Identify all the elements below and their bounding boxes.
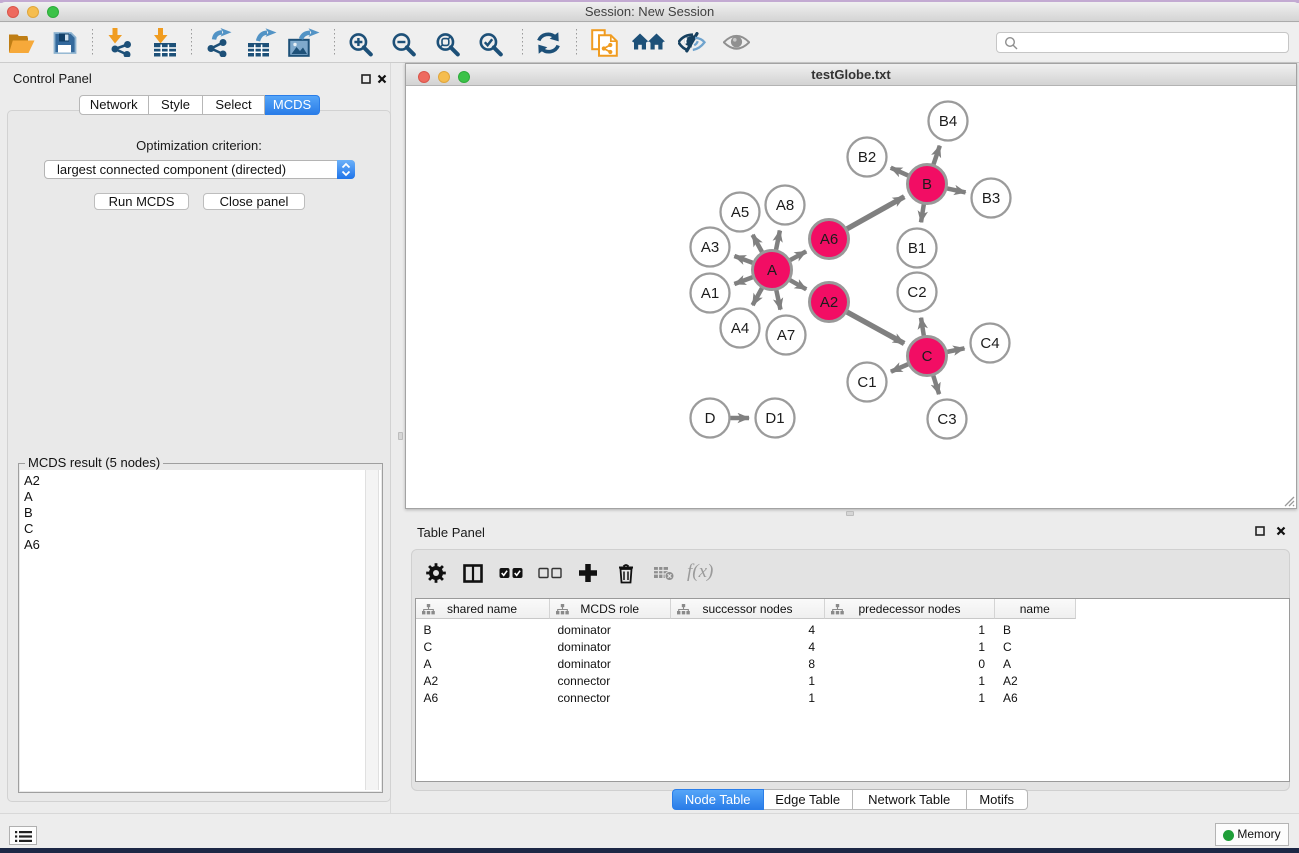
svg-text:B4: B4: [939, 113, 957, 130]
svg-text:A2: A2: [820, 294, 838, 311]
svg-text:A3: A3: [701, 239, 719, 256]
svg-text:C4: C4: [980, 335, 999, 352]
svg-text:C: C: [922, 348, 933, 365]
svg-text:A: A: [767, 262, 777, 279]
svg-text:A1: A1: [701, 285, 719, 302]
svg-text:C1: C1: [857, 374, 876, 391]
svg-text:B2: B2: [858, 149, 876, 166]
svg-text:D: D: [705, 410, 716, 427]
svg-text:A5: A5: [731, 204, 749, 221]
svg-text:B3: B3: [982, 190, 1000, 207]
svg-text:C3: C3: [937, 411, 956, 428]
svg-text:A6: A6: [820, 231, 838, 248]
svg-text:A4: A4: [731, 320, 749, 337]
svg-text:C2: C2: [907, 284, 926, 301]
svg-text:D1: D1: [765, 410, 784, 427]
svg-text:B: B: [922, 176, 932, 193]
svg-text:A8: A8: [776, 197, 794, 214]
svg-text:B1: B1: [908, 240, 926, 257]
svg-text:A7: A7: [777, 327, 795, 344]
